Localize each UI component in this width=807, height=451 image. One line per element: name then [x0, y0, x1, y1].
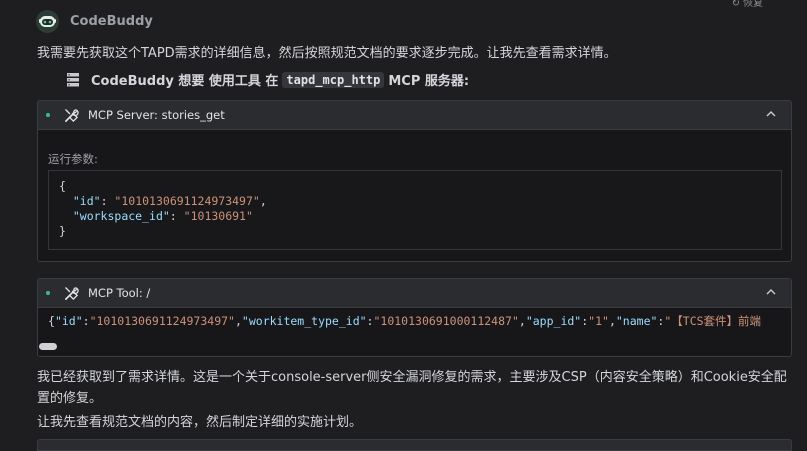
- mcp-tool-card: MCP Tool: / {"id":"1010130691124973497",…: [37, 278, 792, 357]
- chevron-up-icon[interactable]: [765, 286, 777, 298]
- tool-result-json-text: {"id":"1010130691124973497","workitem_ty…: [48, 314, 762, 328]
- mcp-server-card-header[interactable]: MCP Server: stories_get: [38, 101, 791, 130]
- chevron-up-icon[interactable]: [765, 108, 777, 120]
- retry-link[interactable]: ↻ 恢复: [732, 0, 763, 9]
- tool-request-line: CodeBuddy 想要 使用工具 在 tapd_mcp_http MCP 服务…: [67, 70, 469, 89]
- tool-result-json: {"id":"1010130691124973497","workitem_ty…: [48, 313, 791, 329]
- params-code-block: { "id": "1010130691124973497", "workspac…: [48, 170, 782, 250]
- horizontal-scrollbar[interactable]: [39, 343, 57, 350]
- app-name: CodeBuddy: [70, 13, 153, 29]
- server-name: tapd_mcp_http: [282, 71, 385, 88]
- tool-request-prefix: CodeBuddy 想要 使用工具 在: [91, 74, 279, 89]
- mcp-tool-card-header[interactable]: MCP Tool: /: [38, 279, 791, 308]
- param-id-value: 1010130691124973497: [121, 194, 253, 208]
- tools-icon: [65, 108, 79, 122]
- mcp-tool-card-title: MCP Tool: /: [88, 286, 151, 300]
- retry-icon: ↻: [731, 0, 740, 9]
- status-dot: [46, 113, 50, 117]
- message-header: CodeBuddy: [36, 9, 153, 33]
- next-step-message: 让我先查看规范文档的内容，然后制定详细的实施计划。: [37, 415, 363, 430]
- param-workspace-id-value: 10130691: [190, 209, 246, 223]
- result-message: 我已经获取到了需求详情。这是一个关于console-server侧安全漏洞修复的…: [37, 370, 787, 406]
- mcp-server-card-title: MCP Server: stories_get: [88, 108, 225, 122]
- next-card-header: [37, 439, 792, 451]
- status-dot: [46, 291, 50, 295]
- params-label: 运行参数:: [48, 152, 98, 166]
- tool-request-suffix: MCP 服务器:: [388, 74, 470, 89]
- server-icon: [67, 72, 79, 86]
- tools-icon: [65, 286, 79, 300]
- mcp-server-card: MCP Server: stories_get 运行参数: { "id": "1…: [37, 100, 792, 262]
- intro-message: 我需要先获取这个TAPD需求的详细信息，然后按照规范文档的要求逐步完成。让我先查…: [37, 46, 617, 61]
- codebuddy-avatar-icon: [36, 9, 59, 33]
